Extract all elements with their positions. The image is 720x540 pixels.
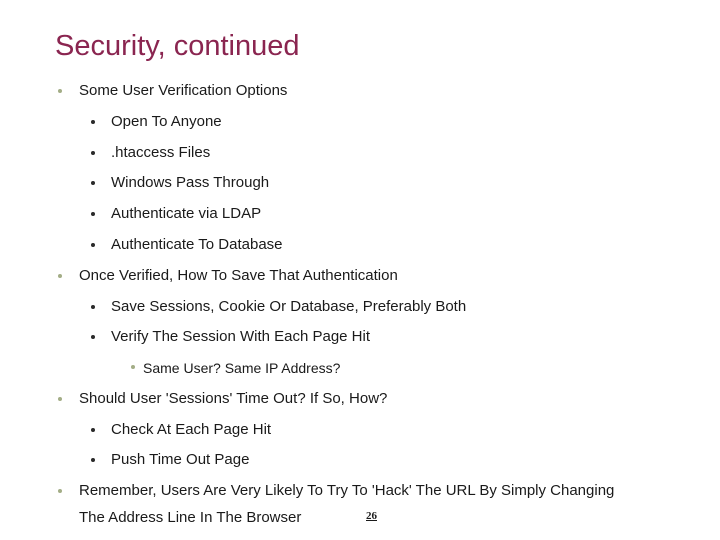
- bullet-text: Authenticate via LDAP: [111, 205, 262, 222]
- bullet-icon: [58, 489, 62, 493]
- sub-bullet-item: .htaccess Files: [91, 144, 211, 162]
- sub-bullet-item: Open To Anyone: [91, 113, 222, 131]
- sub-bullet-item: Check At Each Page Hit: [91, 421, 272, 439]
- bullet-continuation: The Address Line In The Browser: [79, 509, 301, 527]
- bullet-text: Check At Each Page Hit: [111, 421, 272, 438]
- bullet-text: Verify The Session With Each Page Hit: [111, 328, 371, 345]
- bullet-icon: [131, 365, 135, 369]
- bullet-icon: [58, 274, 62, 278]
- bullet-text-line1: Remember, Users Are Very Likely To Try T…: [79, 482, 615, 499]
- bullet-text: Should User 'Sessions' Time Out? If So, …: [79, 390, 388, 407]
- sub-bullet-item: Authenticate via LDAP: [91, 205, 262, 223]
- bullet-text: Authenticate To Database: [111, 236, 283, 253]
- bullet-icon: [91, 335, 95, 339]
- bullet-icon: [91, 458, 95, 462]
- bullet-icon: [91, 151, 95, 155]
- bullet-text: Windows Pass Through: [111, 174, 270, 191]
- bullet-text: Once Verified, How To Save That Authenti…: [79, 267, 398, 284]
- slide-title: Security, continued: [55, 30, 300, 62]
- bullet-item: Some User Verification Options: [58, 82, 288, 100]
- bullet-icon: [91, 428, 95, 432]
- bullet-item: Remember, Users Are Very Likely To Try T…: [58, 482, 615, 500]
- bullet-item: Once Verified, How To Save That Authenti…: [58, 267, 398, 285]
- sub-sub-bullet-item: Same User? Same IP Address?: [131, 359, 341, 377]
- bullet-icon: [58, 397, 62, 401]
- sub-bullet-item: Push Time Out Page: [91, 451, 250, 469]
- bullet-item: Should User 'Sessions' Time Out? If So, …: [58, 390, 388, 408]
- sub-bullet-item: Authenticate To Database: [91, 236, 283, 254]
- bullet-icon: [91, 181, 95, 185]
- page-number: 26: [366, 510, 377, 522]
- bullet-icon: [58, 89, 62, 93]
- bullet-text: Push Time Out Page: [111, 451, 250, 468]
- bullet-icon: [91, 305, 95, 309]
- bullet-text: Open To Anyone: [111, 113, 222, 130]
- bullet-text-line2: The Address Line In The Browser: [79, 509, 302, 526]
- bullet-icon: [91, 243, 95, 247]
- bullet-icon: [91, 120, 95, 124]
- bullet-text: .htaccess Files: [111, 144, 211, 161]
- bullet-icon: [91, 212, 95, 216]
- bullet-text: Some User Verification Options: [79, 82, 288, 99]
- sub-bullet-item: Verify The Session With Each Page Hit: [91, 328, 371, 346]
- sub-bullet-item: Save Sessions, Cookie Or Database, Prefe…: [91, 298, 467, 316]
- sub-bullet-item: Windows Pass Through: [91, 174, 270, 192]
- bullet-text: Save Sessions, Cookie Or Database, Prefe…: [111, 298, 467, 315]
- bullet-text: Same User? Same IP Address?: [143, 360, 341, 376]
